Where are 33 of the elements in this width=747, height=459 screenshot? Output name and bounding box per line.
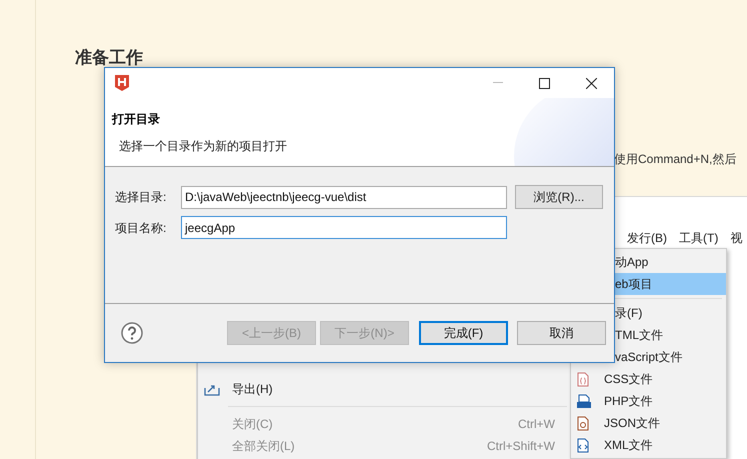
shortcut-text: Ctrl+W	[518, 416, 555, 433]
menu-bar-item[interactable]: 视	[730, 229, 742, 247]
app-logo-icon	[115, 75, 129, 91]
menu-bar-item[interactable]: 工具(T)	[679, 229, 718, 247]
maximize-icon[interactable]	[539, 78, 550, 88]
field-label: 选择目录:	[115, 189, 168, 206]
field-label: 项目名称:	[115, 220, 168, 236]
php-file-icon	[577, 394, 591, 408]
submenu-item[interactable]: CSS文件	[571, 368, 726, 390]
menu-item-label: 全部关闭(L)	[232, 438, 296, 455]
section-heading: 准备工作	[75, 47, 143, 69]
submenu-item[interactable]: PHP文件	[571, 390, 726, 412]
menu-item-label: 导出(H)	[232, 381, 274, 398]
submenu-item[interactable]: XML文件	[571, 434, 726, 456]
submenu-item[interactable]: JSON文件	[571, 412, 726, 434]
export-icon	[204, 382, 220, 396]
dialog-title: 打开目录	[112, 111, 161, 128]
input-field[interactable]: jeecgApp	[181, 216, 507, 239]
menu-item-label: 关闭(C)	[232, 416, 274, 433]
json-file-icon	[577, 416, 589, 430]
help-icon[interactable]	[121, 322, 143, 344]
shortcut-text: Ctrl+Shift+W	[486, 438, 555, 455]
input-field[interactable]: D:\javaWeb\jeectnb\jeecg-vue\dist	[181, 186, 507, 208]
dialog-button[interactable]: 完成(F)	[419, 321, 508, 345]
xml-file-icon	[577, 438, 589, 452]
browse-button[interactable]: 浏览(R)...	[515, 185, 603, 209]
menu-bar-item[interactable]: 发行(B)	[627, 229, 667, 247]
dialog-subtitle: 选择一个目录作为新的项目打开	[118, 138, 288, 155]
css-file-icon	[577, 372, 589, 386]
dialog-button[interactable]: 取消	[517, 321, 606, 345]
paragraph-text: 使用Command+N,然后	[614, 151, 736, 168]
close-icon[interactable]	[586, 78, 597, 88]
menu-item[interactable]: 导出(H)	[198, 378, 571, 400]
